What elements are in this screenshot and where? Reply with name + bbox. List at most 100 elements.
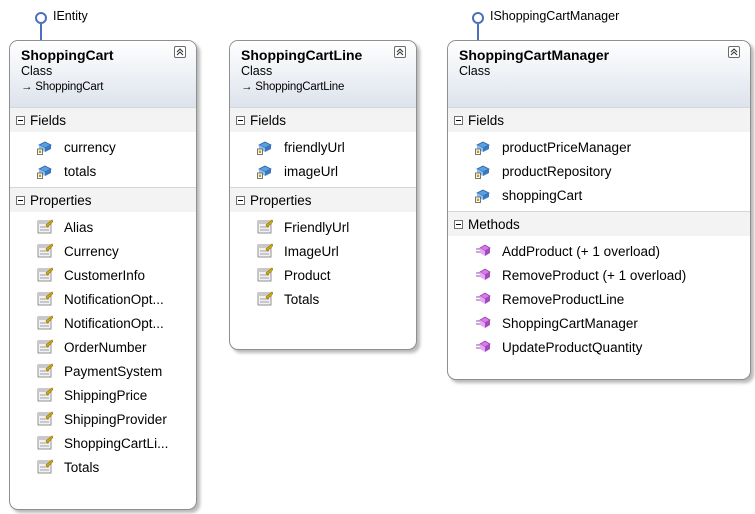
property-name: Totals [284,291,320,307]
class-box-shoppingcart[interactable]: ShoppingCart Class → ShoppingCart Fields… [9,40,197,510]
section-header-methods[interactable]: Methods [448,211,750,236]
property-item[interactable]: ShippingPrice [10,383,196,407]
section-label: Properties [250,192,312,208]
property-item[interactable]: NotificationOpt... [10,311,196,335]
field-name: imageUrl [284,163,339,179]
property-name: Product [284,267,331,283]
field-icon [475,139,491,155]
property-icon [37,387,54,403]
method-item[interactable]: UpdateProductQuantity [448,335,750,359]
method-item[interactable]: RemoveProduct (+ 1 overload) [448,263,750,287]
method-icon [475,339,491,355]
property-icon [257,219,274,235]
property-icon [257,243,274,259]
property-item[interactable]: ShoppingCartLi... [10,431,196,455]
property-item[interactable]: FriendlyUrl [230,215,416,239]
property-item[interactable]: ShippingProvider [10,407,196,431]
method-name: ShoppingCartManager [502,315,638,331]
property-name: Totals [64,459,100,475]
section-label: Properties [30,192,92,208]
interface-connector [477,24,479,40]
property-name: ShippingPrice [64,387,148,403]
method-item[interactable]: RemoveProductLine [448,287,750,311]
collapse-chevron-icon[interactable] [174,46,186,58]
collapse-toggle-icon[interactable] [236,115,245,125]
properties-list: Alias Currency CustomerInfo NotificationOpt… [10,212,196,483]
section-label: Fields [250,112,287,128]
section-header-properties[interactable]: Properties [230,187,416,212]
property-name: NotificationOpt... [64,291,164,307]
class-header[interactable]: ShoppingCartLine Class → ShoppingCartLin… [230,41,416,107]
property-item[interactable]: Totals [230,287,416,311]
property-icon [257,267,274,283]
section-header-fields[interactable]: Fields [448,107,750,132]
class-kind: Class [459,64,491,78]
collapse-chevron-icon[interactable] [728,46,740,58]
property-name: CustomerInfo [64,267,146,283]
fields-list: productPriceManager productRepository shop… [448,132,750,211]
property-icon [37,243,54,259]
collapse-toggle-icon[interactable] [454,219,463,229]
method-name: AddProduct (+ 1 overload) [502,243,660,259]
class-name: ShoppingCartManager [459,47,610,63]
method-item[interactable]: ShoppingCartManager [448,311,750,335]
interface-connector [40,24,42,40]
property-item[interactable]: CustomerInfo [10,263,196,287]
property-item[interactable]: PaymentSystem [10,359,196,383]
property-item[interactable]: Currency [10,239,196,263]
property-name: Alias [64,219,94,235]
property-item[interactable]: Totals [10,455,196,479]
interface-icon [472,12,484,24]
property-icon [37,267,54,283]
property-icon [257,291,274,307]
property-item[interactable]: OrderNumber [10,335,196,359]
field-item[interactable]: productPriceManager [448,135,750,159]
property-icon [37,219,54,235]
section-label: Fields [30,112,67,128]
field-item[interactable]: imageUrl [230,159,416,183]
property-icon [37,363,54,379]
class-box-shoppingcartline[interactable]: ShoppingCartLine Class → ShoppingCartLin… [229,40,417,350]
method-item[interactable]: AddProduct (+ 1 overload) [448,239,750,263]
section-label: Fields [468,112,505,128]
property-item[interactable]: NotificationOpt... [10,287,196,311]
properties-list: FriendlyUrl ImageUrl Product Totals [230,212,416,315]
section-header-fields[interactable]: Fields [10,107,196,132]
field-name: currency [64,139,116,155]
field-item[interactable]: shoppingCart [448,183,750,207]
field-name: shoppingCart [502,187,583,203]
class-name: ShoppingCartLine [241,47,363,63]
methods-list: AddProduct (+ 1 overload) RemoveProduct (… [448,236,750,363]
method-name: RemoveProduct (+ 1 overload) [502,267,687,283]
interface-name: IShoppingCartManager [490,9,620,23]
collapse-toggle-icon[interactable] [16,115,25,125]
collapse-toggle-icon[interactable] [16,195,25,205]
field-icon [475,187,491,203]
property-icon [37,459,54,475]
field-icon [37,139,53,155]
property-item[interactable]: Product [230,263,416,287]
field-name: friendlyUrl [284,139,345,155]
class-kind: Class [21,64,53,78]
method-icon [475,243,491,259]
field-item[interactable]: friendlyUrl [230,135,416,159]
field-item[interactable]: productRepository [448,159,750,183]
field-item[interactable]: totals [10,159,196,183]
property-name: PaymentSystem [64,363,163,379]
method-icon [475,315,491,331]
property-name: ShippingProvider [64,411,167,427]
class-header[interactable]: ShoppingCart Class → ShoppingCart [10,41,196,107]
property-item[interactable]: Alias [10,215,196,239]
field-item[interactable]: currency [10,135,196,159]
class-header[interactable]: ShoppingCartManager Class [448,41,750,107]
section-header-properties[interactable]: Properties [10,187,196,212]
field-icon [257,139,273,155]
collapse-toggle-icon[interactable] [454,115,463,125]
class-box-shoppingcartmanager[interactable]: ShoppingCartManager Class Fields product… [447,40,751,380]
method-icon [475,267,491,283]
property-item[interactable]: ImageUrl [230,239,416,263]
field-name: productRepository [502,163,612,179]
section-header-fields[interactable]: Fields [230,107,416,132]
collapse-chevron-icon[interactable] [394,46,406,58]
collapse-toggle-icon[interactable] [236,195,245,205]
